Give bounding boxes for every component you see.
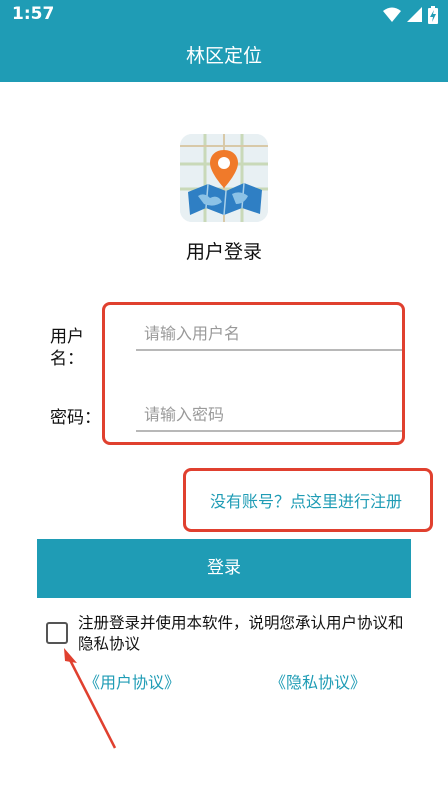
form-highlight-box	[102, 302, 405, 445]
register-highlight-box	[183, 468, 433, 532]
status-time: 1:57	[12, 4, 55, 24]
user-agreement-link[interactable]: 《用户协议》	[84, 669, 180, 693]
app-title: 林区定位	[185, 45, 262, 67]
password-label: 密码：	[50, 408, 101, 428]
agreement-text: 注册登录并使用本软件，说明您承认用户协议和隐私协议	[78, 614, 404, 653]
status-bar: 1:57	[0, 0, 448, 30]
agreement-checkbox[interactable]	[46, 622, 68, 644]
battery-icon	[428, 6, 438, 24]
status-icons	[383, 6, 438, 24]
privacy-policy-link[interactable]: 《隐私协议》	[270, 669, 366, 693]
map-pin-logo-icon	[180, 134, 268, 222]
wifi-icon	[383, 7, 401, 22]
cell-signal-icon	[407, 7, 422, 22]
login-button[interactable]: 登录	[37, 539, 411, 598]
app-bar: 林区定位	[0, 30, 448, 82]
username-label: 用户 名：	[50, 327, 84, 369]
login-title: 用户登录	[185, 241, 262, 263]
